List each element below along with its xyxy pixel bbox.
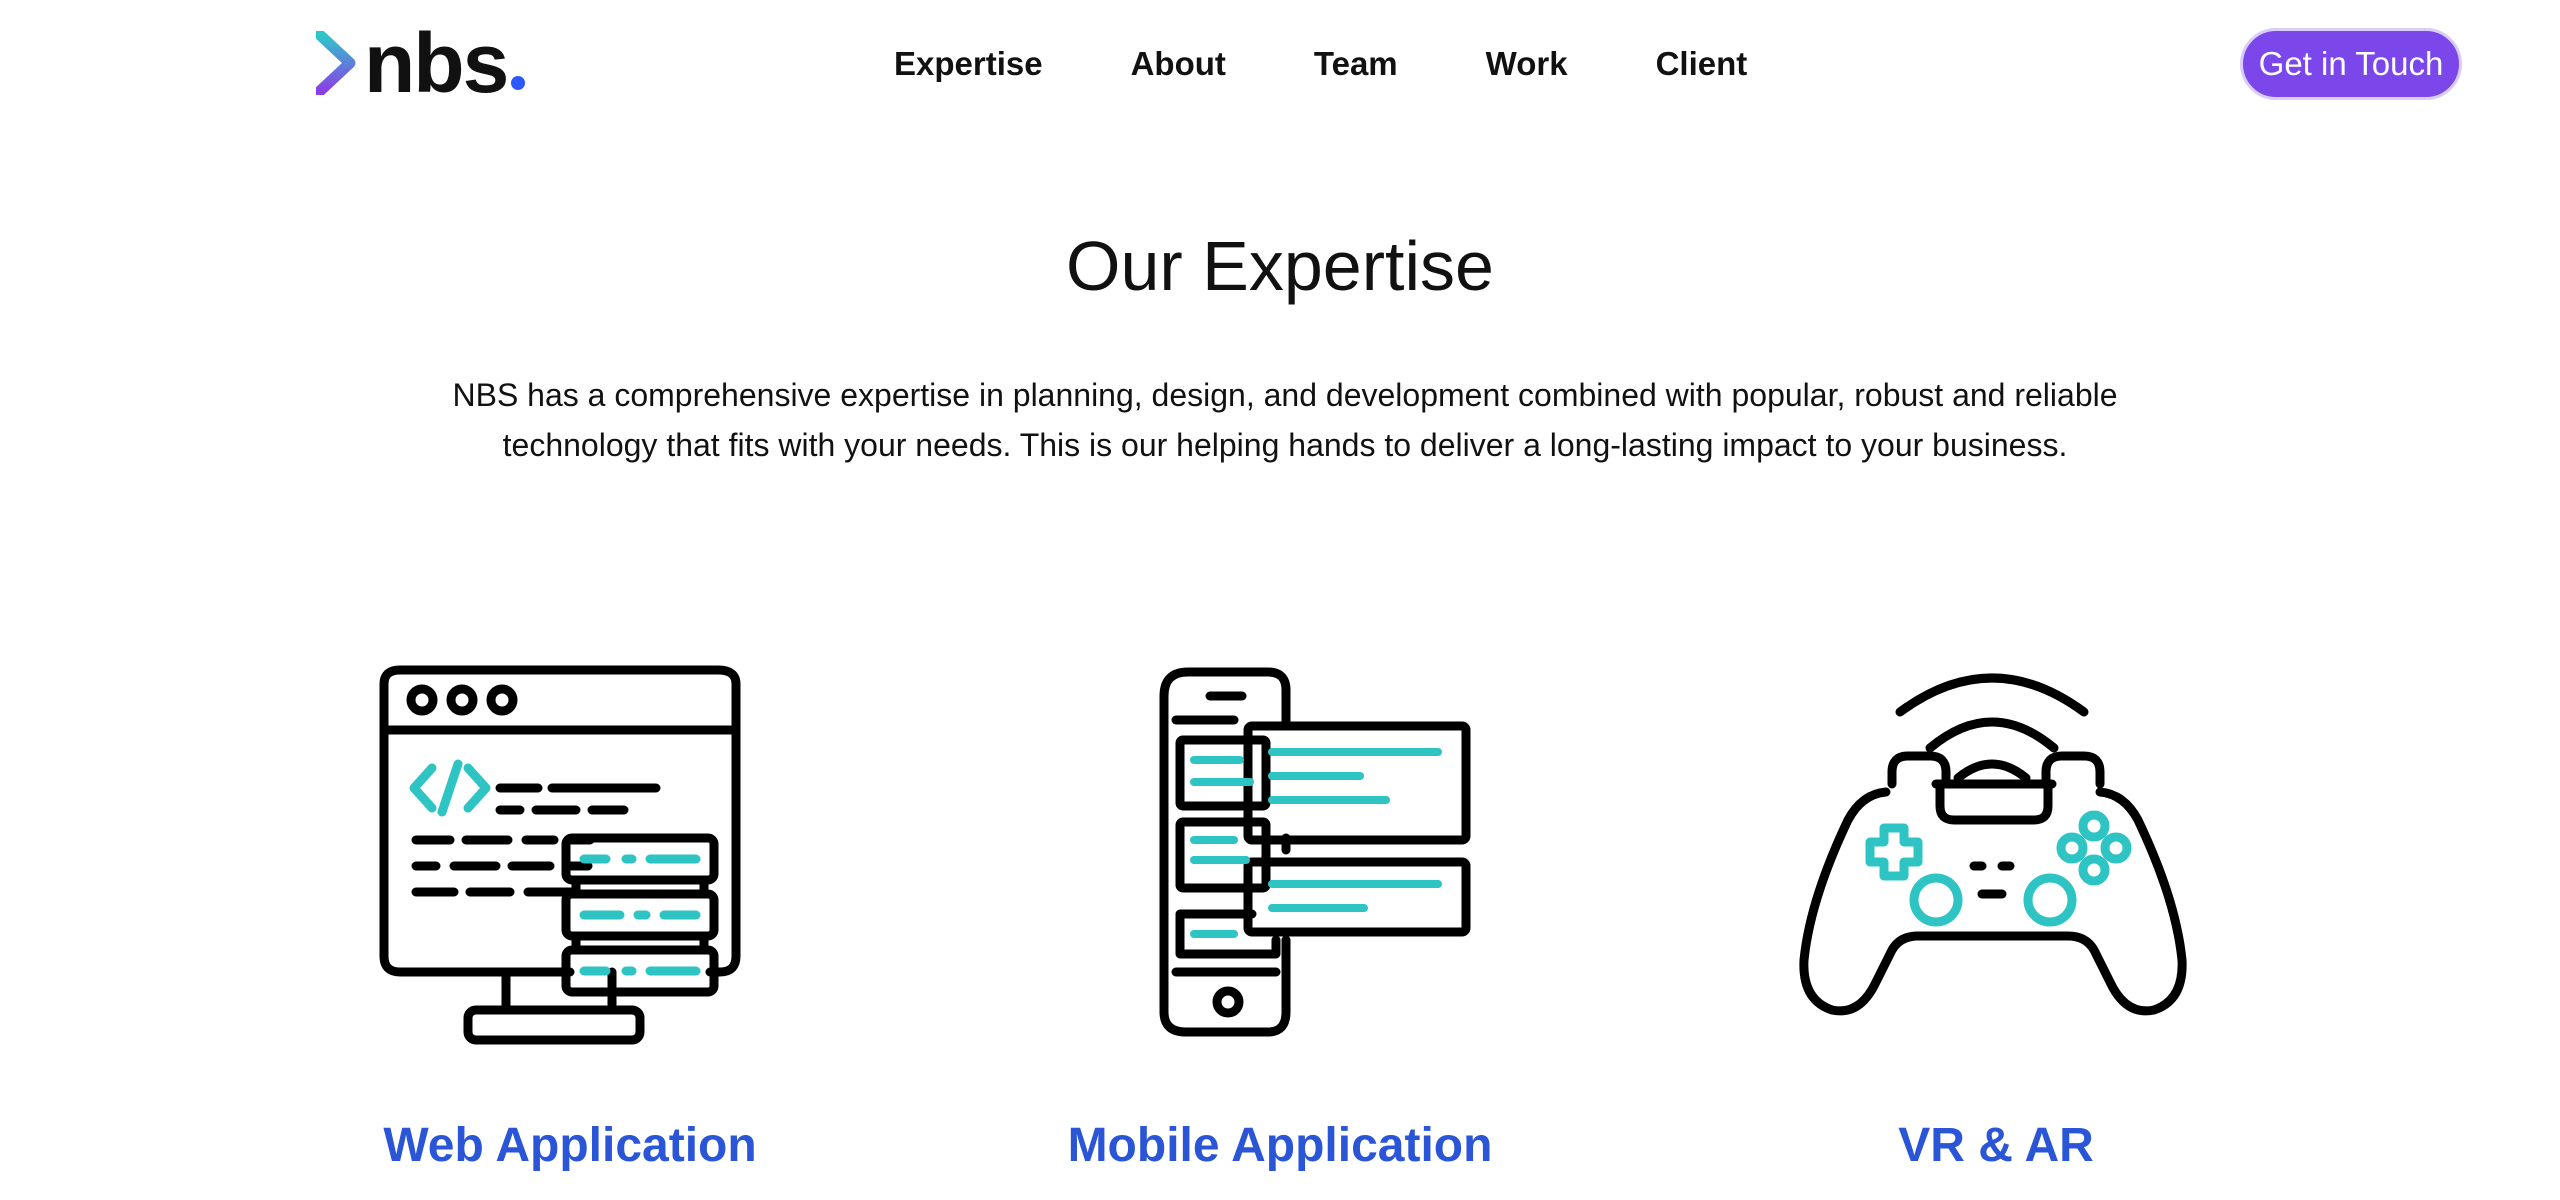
logo-chevron-icon <box>316 31 356 95</box>
logo-dot <box>511 76 526 90</box>
expertise-title-vr-ar[interactable]: VR & AR <box>1716 1118 2276 1173</box>
nav-item-client[interactable]: Client <box>1612 45 1792 83</box>
game-controller-icon <box>1799 673 2187 1016</box>
section-title: Our Expertise <box>1066 227 1494 305</box>
nav-item-work[interactable]: Work <box>1442 45 1612 83</box>
expertise-title-mobile[interactable]: Mobile Application <box>1000 1118 1560 1173</box>
section-description: NBS has a comprehensive expertise in pla… <box>452 377 2118 463</box>
main-nav: Expertise About Team Work Client <box>880 36 1791 92</box>
expertise-card-vr-ar[interactable]: VR & AR <box>1716 660 2276 1200</box>
brand-logo[interactable]: nbs <box>316 21 526 105</box>
expertise-card-mobile[interactable]: Mobile Application <box>1000 660 1560 1200</box>
nav-item-about[interactable]: About <box>1087 45 1270 83</box>
mobile-app-icon <box>1159 667 1471 1037</box>
expertise-card-web[interactable]: Web Application <box>290 660 850 1200</box>
web-development-icon <box>379 665 741 1045</box>
expertise-title-web[interactable]: Web Application <box>290 1118 850 1173</box>
nav-item-expertise[interactable]: Expertise <box>880 45 1087 83</box>
site-header: nbs Expertise About Team Work Client Get… <box>0 0 2560 132</box>
get-in-touch-button[interactable]: Get in Touch <box>2240 28 2462 100</box>
brand-name: nbs <box>364 16 509 110</box>
nav-item-team[interactable]: Team <box>1270 45 1442 83</box>
